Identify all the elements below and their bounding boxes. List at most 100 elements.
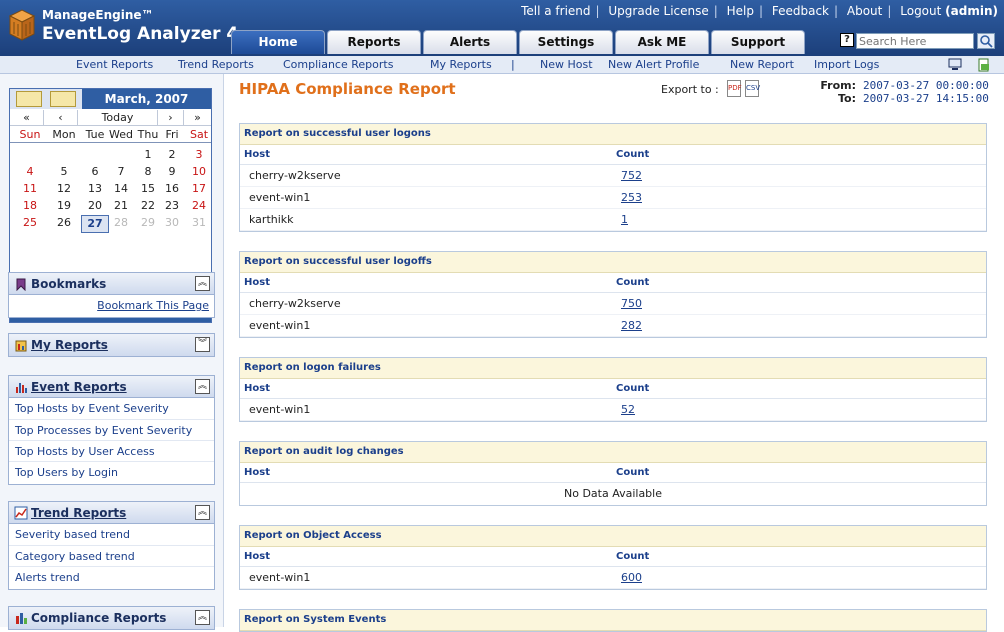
count-column-header[interactable]: Count <box>616 149 649 160</box>
calendar-day[interactable]: 17 <box>185 181 213 197</box>
calendar-day[interactable]: 13 <box>81 181 109 197</box>
tab-settings[interactable]: Settings <box>519 30 613 54</box>
count-column-header[interactable]: Count <box>616 383 649 394</box>
calendar-day[interactable]: 7 <box>107 164 135 180</box>
sidebar-item-category-trend[interactable]: Category based trend <box>9 545 214 566</box>
tab-alerts[interactable]: Alerts <box>423 30 517 54</box>
calendar-settings-icon[interactable] <box>50 91 76 107</box>
subnav-import-logs[interactable]: Import Logs <box>814 58 879 71</box>
sidebar-item-severity-trend[interactable]: Severity based trend <box>9 524 214 545</box>
search-button[interactable] <box>977 33 995 49</box>
subnav-my-reports[interactable]: My Reports <box>430 58 492 71</box>
to-value[interactable]: 2007-03-27 14:15:00 <box>863 92 989 105</box>
bookmark-this-page-link[interactable]: Bookmark This Page <box>9 295 214 317</box>
count-column-header[interactable]: Count <box>616 551 649 562</box>
logout-link[interactable]: Logout <box>900 4 941 18</box>
tab-support[interactable]: Support <box>711 30 805 54</box>
today-button[interactable]: Today <box>78 110 158 126</box>
document-icon[interactable] <box>977 58 991 72</box>
calendar-day[interactable]: 12 <box>50 181 78 197</box>
csv-icon[interactable]: CSV <box>745 80 760 97</box>
calendar-day[interactable]: 10 <box>185 164 213 180</box>
calendar-day[interactable]: 19 <box>50 198 78 214</box>
calendar-day[interactable]: 14 <box>107 181 135 197</box>
search-help-icon[interactable]: ? <box>840 33 854 47</box>
sidebar-item-top-hosts-user-access[interactable]: Top Hosts by User Access <box>9 440 214 461</box>
collapse-icon[interactable]: ︽ <box>195 610 210 625</box>
collapse-icon[interactable]: ︽ <box>195 276 210 291</box>
subnav-trend-reports[interactable]: Trend Reports <box>178 58 254 71</box>
calendar-icon[interactable] <box>16 91 42 107</box>
host-column-header[interactable]: Host <box>244 149 270 160</box>
count-link[interactable]: 752 <box>621 169 642 182</box>
count-link[interactable]: 1 <box>621 213 628 226</box>
host-column-header[interactable]: Host <box>244 467 270 478</box>
count-link[interactable]: 52 <box>621 403 635 416</box>
collapse-icon[interactable]: ︽ <box>195 379 210 394</box>
about-link[interactable]: About <box>847 4 882 18</box>
collapse-icon[interactable]: ︽ <box>195 505 210 520</box>
calendar-day[interactable]: 21 <box>107 198 135 214</box>
search-input[interactable] <box>856 33 974 49</box>
feedback-link[interactable]: Feedback <box>772 4 829 18</box>
calendar-day[interactable]: 27 <box>81 215 109 233</box>
calendar-day[interactable]: 5 <box>50 164 78 180</box>
next-month-button[interactable]: › <box>158 110 184 126</box>
tab-reports[interactable]: Reports <box>327 30 421 54</box>
calendar-day[interactable]: 24 <box>185 198 213 214</box>
pdf-icon[interactable]: PDF <box>727 80 742 97</box>
help-link[interactable]: Help <box>727 4 754 18</box>
count-link[interactable]: 253 <box>621 191 642 204</box>
subnav-new-host[interactable]: New Host <box>540 58 593 71</box>
count-link[interactable]: 600 <box>621 571 642 584</box>
trend-reports-title[interactable]: Trend Reports <box>31 506 126 520</box>
count-column-header[interactable]: Count <box>616 277 649 288</box>
prev-year-button[interactable]: « <box>10 110 44 126</box>
calendar-day[interactable]: 31 <box>185 215 213 231</box>
count-link[interactable]: 282 <box>621 319 642 332</box>
calendar-day[interactable]: 30 <box>158 215 186 231</box>
tab-home[interactable]: Home <box>231 30 325 54</box>
tell-a-friend-link[interactable]: Tell a friend <box>521 4 590 18</box>
calendar-day[interactable]: 16 <box>158 181 186 197</box>
calendar-day[interactable]: 26 <box>50 215 78 231</box>
host-column-header[interactable]: Host <box>244 383 270 394</box>
calendar-day[interactable]: 9 <box>158 164 186 180</box>
next-year-button[interactable]: » <box>184 110 211 126</box>
sidebar-item-top-users-login[interactable]: Top Users by Login <box>9 461 214 482</box>
event-reports-title[interactable]: Event Reports <box>31 380 127 394</box>
calendar-day[interactable]: 2 <box>158 147 186 163</box>
calendar-day[interactable]: 11 <box>16 181 44 197</box>
calendar-day[interactable]: 20 <box>81 198 109 214</box>
sidebar-item-alerts-trend[interactable]: Alerts trend <box>9 566 214 587</box>
upgrade-license-link[interactable]: Upgrade License <box>608 4 708 18</box>
bookmarks-header: Bookmarks ︽ <box>9 273 214 295</box>
bar-chart-icon <box>16 383 27 393</box>
report-section: Report on System Events <box>239 609 987 632</box>
report-column-headers: Host Count <box>240 145 986 165</box>
subnav-new-report[interactable]: New Report <box>730 58 794 71</box>
calendar-day[interactable]: 18 <box>16 198 44 214</box>
prev-month-button[interactable]: ‹ <box>44 110 78 126</box>
compliance-reports-title[interactable]: Compliance Reports <box>31 611 166 625</box>
subnav-compliance-reports[interactable]: Compliance Reports <box>283 58 393 71</box>
monitor-icon[interactable] <box>947 58 963 72</box>
calendar-day[interactable]: 23 <box>158 198 186 214</box>
calendar-day[interactable]: 3 <box>185 147 213 163</box>
from-value[interactable]: 2007-03-27 00:00:00 <box>863 79 989 92</box>
expand-icon[interactable]: ︾ <box>195 337 210 352</box>
calendar-day[interactable]: 4 <box>16 164 44 180</box>
subnav-event-reports[interactable]: Event Reports <box>76 58 153 71</box>
sidebar-item-top-processes-severity[interactable]: Top Processes by Event Severity <box>9 419 214 440</box>
subnav-new-alert-profile[interactable]: New Alert Profile <box>608 58 699 71</box>
calendar-day[interactable]: 6 <box>81 164 109 180</box>
host-column-header[interactable]: Host <box>244 277 270 288</box>
host-column-header[interactable]: Host <box>244 551 270 562</box>
calendar-day[interactable]: 25 <box>16 215 44 231</box>
tab-ask-me[interactable]: Ask ME <box>615 30 709 54</box>
count-link[interactable]: 750 <box>621 297 642 310</box>
calendar-day[interactable]: 28 <box>107 215 135 231</box>
sidebar-item-top-hosts-severity[interactable]: Top Hosts by Event Severity <box>9 398 214 419</box>
count-column-header[interactable]: Count <box>616 467 649 478</box>
my-reports-title[interactable]: My Reports <box>31 338 108 352</box>
